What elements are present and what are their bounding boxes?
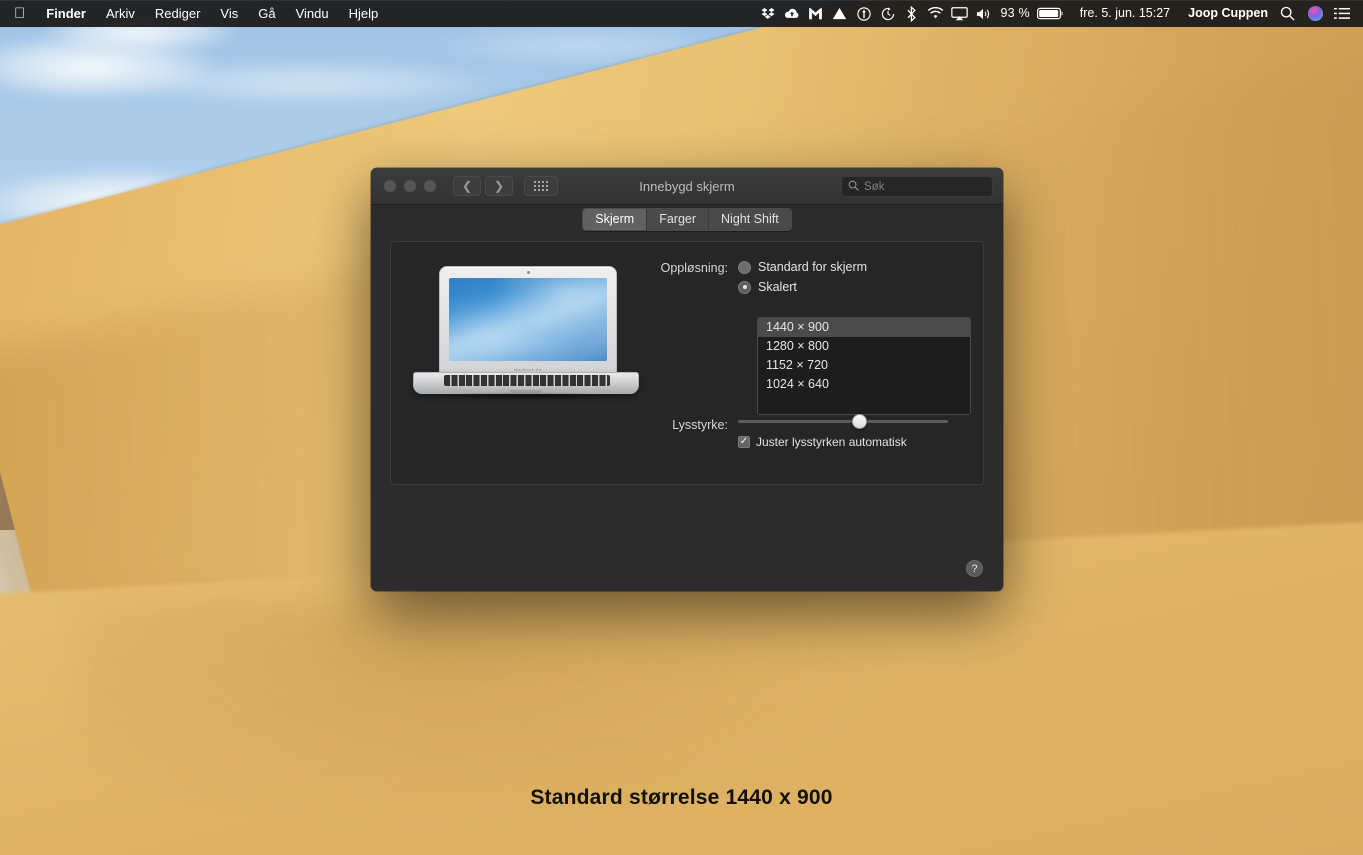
macbook-lid: MacBook Air: [439, 266, 617, 374]
menu-item-ga[interactable]: Gå: [248, 0, 285, 27]
tab-bar: Skjerm Farger Night Shift: [371, 205, 1003, 235]
macbook-air-icon: MacBook Air: [411, 260, 641, 410]
radio-button-selected: [738, 280, 751, 294]
tab-farger[interactable]: Farger: [647, 209, 710, 230]
siri-icon[interactable]: [1301, 0, 1329, 27]
zoom-button[interactable]: [424, 180, 436, 192]
circled-arrow-icon[interactable]: [852, 0, 876, 27]
cloud-shape: [120, 60, 500, 106]
menu-item-hjelp[interactable]: Hjelp: [339, 0, 389, 27]
macbook-screen: [449, 278, 607, 361]
chevron-right-icon[interactable]: ❯: [485, 176, 513, 196]
menu-item-finder[interactable]: Finder: [36, 0, 96, 27]
navigation-buttons: ❮ ❯: [453, 176, 513, 196]
radio-label: Skalert: [758, 280, 797, 294]
cloud-upload-icon[interactable]: [780, 0, 804, 27]
caption-text: Standard størrelse 1440 x 900: [530, 786, 833, 809]
wifi-icon[interactable]: [924, 0, 948, 27]
radio-label: Standard for skjerm: [758, 260, 868, 274]
show-all-grid-icon[interactable]: [524, 176, 558, 196]
list-item-1152x720[interactable]: 1152 × 720: [758, 356, 970, 375]
time-machine-icon[interactable]: [876, 0, 900, 27]
search-input[interactable]: [864, 180, 986, 193]
minimize-button[interactable]: [404, 180, 416, 192]
apple-logo-icon[interactable]: : [0, 0, 36, 27]
dropbox-icon[interactable]: [756, 0, 780, 27]
battery-icon[interactable]: [1035, 0, 1067, 27]
radio-button-unselected: [738, 260, 751, 274]
menu-bar-left:  Finder Arkiv Rediger Vis Gå Vindu Hjel…: [0, 0, 388, 27]
volume-icon[interactable]: [972, 0, 996, 27]
list-item-1024x640[interactable]: 1024 × 640: [758, 375, 970, 394]
traffic-light-buttons: [371, 180, 436, 192]
auto-brightness-checkbox[interactable]: ✓ Juster lysstyrken automatisk: [738, 435, 948, 449]
menu-item-vindu[interactable]: Vindu: [286, 0, 339, 27]
macbook-camera-icon: [526, 271, 530, 274]
displays-preferences-window[interactable]: ❮ ❯ Innebygd skjerm Skjerm Farger Night …: [371, 168, 1003, 591]
resolution-label: Oppløsning:: [660, 261, 728, 275]
menu-item-vis[interactable]: Vis: [210, 0, 248, 27]
window-titlebar[interactable]: ❮ ❯ Innebygd skjerm: [371, 168, 1003, 205]
macbook-base: [413, 372, 639, 394]
brightness-field: Lysstyrke: ✓ Juster lysstyrken automatis…: [656, 413, 948, 449]
brightness-slider-handle[interactable]: [852, 413, 868, 429]
menu-bar:  Finder Arkiv Rediger Vis Gå Vindu Hjel…: [0, 0, 1363, 27]
mimecast-icon[interactable]: [804, 0, 828, 27]
scaled-resolution-list[interactable]: 1440 × 900 1280 × 800 1152 × 720 1024 × …: [757, 317, 971, 415]
menubar-clock[interactable]: fre. 5. jun. 15:27: [1067, 0, 1175, 27]
checkbox-checked-icon: ✓: [738, 436, 750, 448]
list-item-1440x900[interactable]: 1440 × 900: [758, 318, 970, 337]
display-settings-panel: MacBook Air Oppløsning: Standard for skj…: [390, 241, 984, 485]
spotlight-search-icon[interactable]: [1273, 0, 1301, 27]
search-field[interactable]: [841, 176, 993, 197]
chevron-left-icon[interactable]: ❮: [453, 176, 481, 196]
macbook-shadow: [421, 392, 631, 400]
tab-night-shift[interactable]: Night Shift: [709, 209, 791, 230]
list-item-1280x800[interactable]: 1280 × 800: [758, 337, 970, 356]
menu-item-arkiv[interactable]: Arkiv: [96, 0, 145, 27]
notification-center-icon[interactable]: [1329, 0, 1355, 27]
macbook-keyboard: [444, 375, 610, 386]
brightness-slider[interactable]: [738, 413, 948, 429]
resolution-listbox[interactable]: 1440 × 900 1280 × 800 1152 × 720 1024 × …: [757, 317, 971, 415]
auto-brightness-label: Juster lysstyrken automatisk: [756, 435, 907, 449]
bluetooth-icon[interactable]: [900, 0, 924, 27]
radio-skalert[interactable]: Skalert: [738, 280, 867, 294]
brightness-controls: ✓ Juster lysstyrken automatisk: [738, 413, 948, 449]
sand-dune-ripple: [80, 600, 980, 855]
search-icon: [848, 178, 859, 196]
menu-item-rediger[interactable]: Rediger: [145, 0, 211, 27]
resolution-options: Standard for skjerm Skalert: [738, 260, 867, 300]
close-button[interactable]: [384, 180, 396, 192]
radio-standard-for-skjerm[interactable]: Standard for skjerm: [738, 260, 867, 274]
tab-group: Skjerm Farger Night Shift: [582, 208, 792, 231]
battery-percent-label: 93 %: [1000, 6, 1030, 20]
resolution-field: Oppløsning: Standard for skjerm Skalert: [656, 260, 867, 300]
menubar-user-name[interactable]: Joop Cuppen: [1175, 0, 1273, 27]
help-button[interactable]: ?: [966, 560, 983, 577]
tab-skjerm[interactable]: Skjerm: [583, 209, 648, 230]
menu-bar-status-area: 93 % fre. 5. jun. 15:27 Joop Cuppen: [756, 0, 1363, 27]
airplay-icon[interactable]: [948, 0, 972, 27]
triangle-icon[interactable]: [828, 0, 852, 27]
brightness-label: Lysstyrke:: [672, 418, 728, 432]
